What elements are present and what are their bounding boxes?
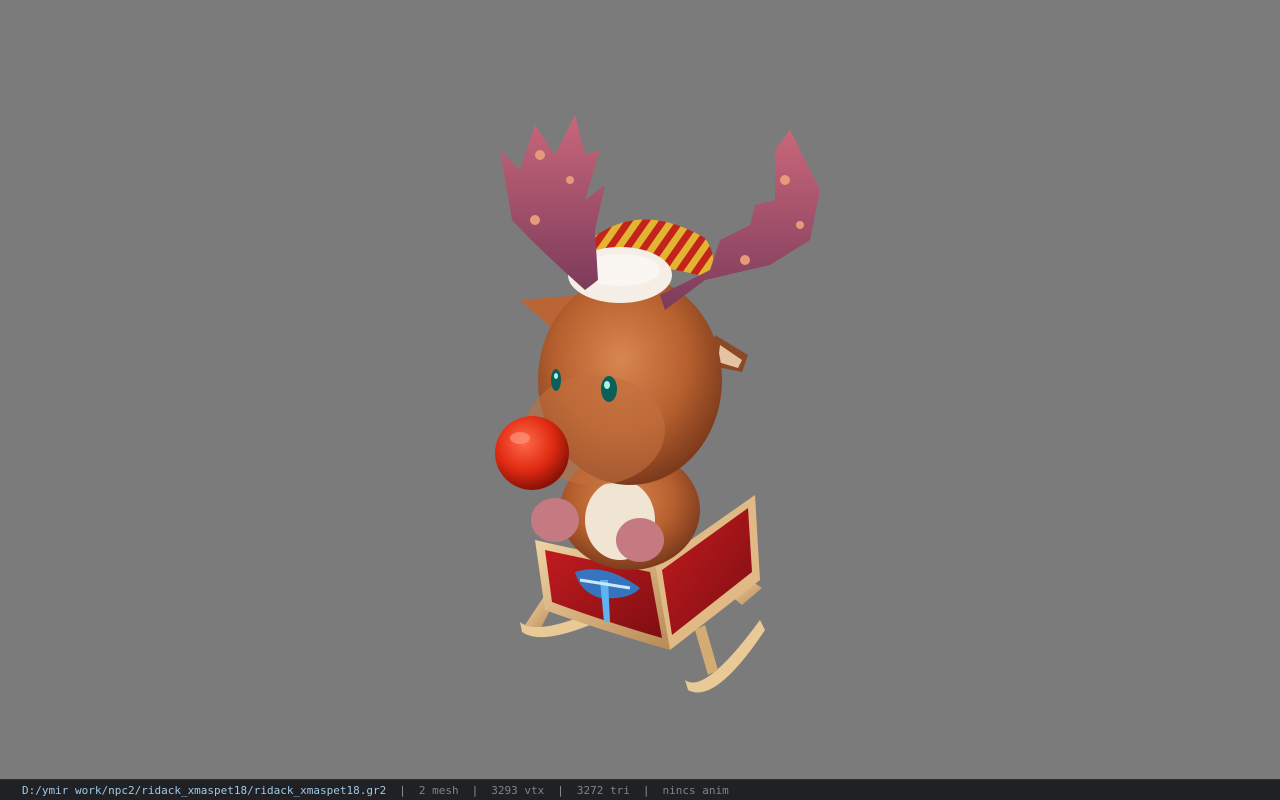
status-bar: D:/ymir work/npc2/ridack_xmaspet18/ridac… [0,779,1280,800]
file-path: D:/ymir work/npc2/ridack_xmaspet18/ridac… [22,783,387,797]
separator: | [399,783,406,797]
vertex-count: 3293 vtx [491,783,545,797]
animation-status: nincs anim [662,783,729,797]
separator: | [471,783,479,797]
triangle-count: 3272 tri [576,783,630,797]
model-viewport[interactable] [0,0,1280,779]
separator: | [557,783,564,797]
separator: | [642,783,650,797]
mesh-count: 2 mesh [418,783,459,797]
red-nose [495,416,569,490]
reindeer-model-render [495,115,820,693]
